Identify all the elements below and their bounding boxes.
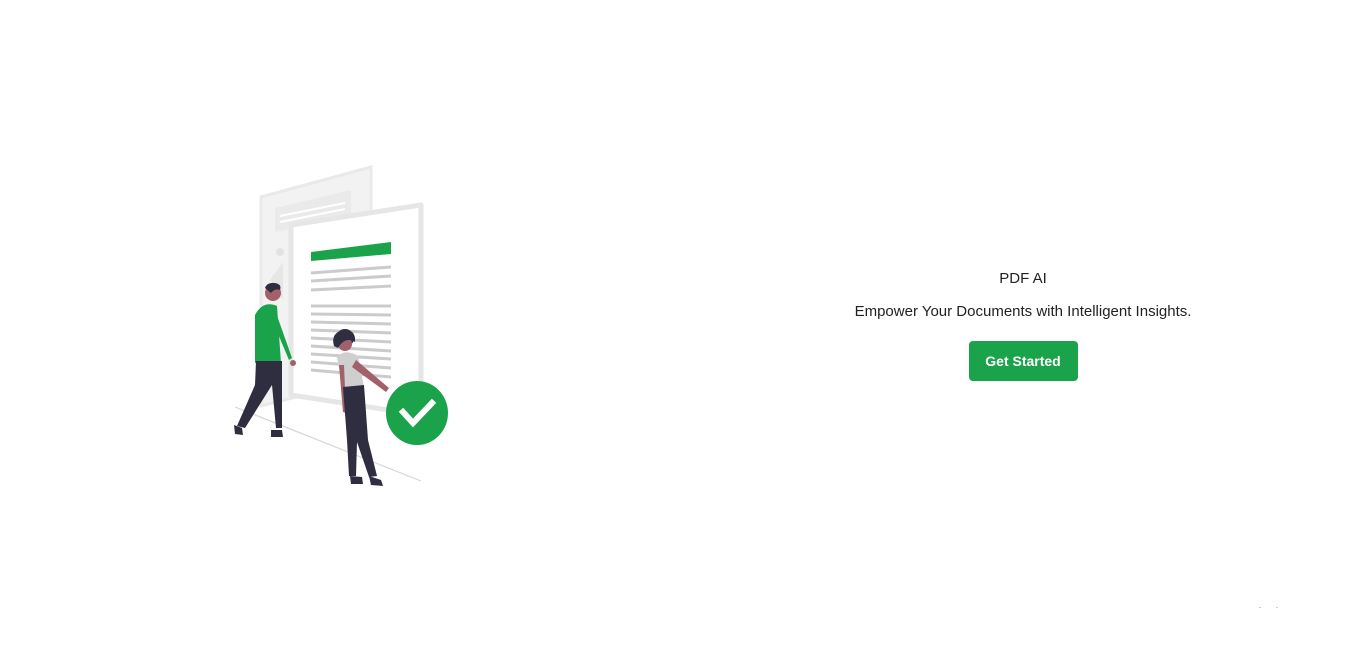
app-title: PDF AI [999, 270, 1047, 287]
checkmark-badge-icon [386, 381, 448, 445]
landing-page: PDF AI Empower Your Documents with Intel… [0, 0, 1365, 655]
hero-section: PDF AI Empower Your Documents with Intel… [818, 262, 1228, 381]
documents-illustration [225, 160, 465, 495]
tagline: Empower Your Documents with Intelligent … [854, 303, 1192, 320]
get-started-button[interactable]: Get Started [968, 341, 1078, 381]
documents-checkmark-illustration [234, 165, 448, 486]
corner-decoration [1258, 606, 1282, 610]
